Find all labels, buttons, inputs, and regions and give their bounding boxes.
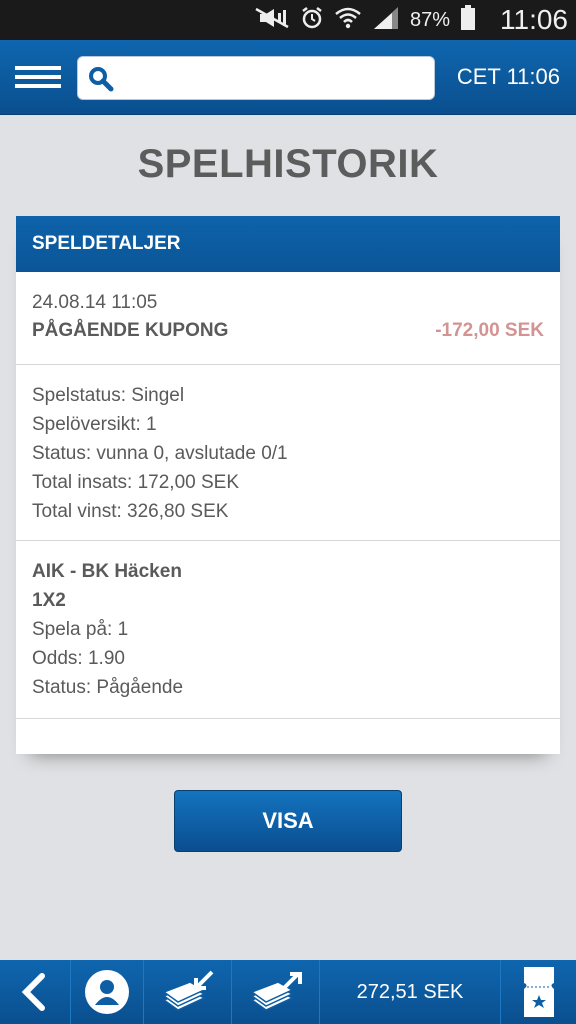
deposit-button[interactable] (232, 960, 320, 1024)
battery-icon (460, 4, 476, 36)
deposit-icon (249, 972, 302, 1011)
hamburger-icon[interactable] (15, 66, 61, 88)
back-button[interactable] (0, 960, 71, 1024)
card-header: SPELDETALJER (16, 216, 560, 272)
cet-clock: CET 11:06 (456, 64, 560, 89)
match-name: AIK - BK Häcken (32, 561, 182, 582)
market-name: 1X2 (32, 590, 66, 611)
coupon-amount: -172,00 SEK (435, 320, 544, 341)
search-box[interactable] (77, 56, 435, 100)
status-bar: 87% 11:06 (0, 0, 576, 40)
bet-selection: AIK - BK Häcken 1X2 Spela på: 1 Odds: 1.… (16, 541, 560, 719)
detail-line: Total insats: 172,00 SEK (32, 472, 240, 493)
balance[interactable]: 272,51 SEK (320, 960, 500, 1024)
bet-details-card: SPELDETALJER 24.08.14 11:05 PÅGÅENDE KUP… (16, 216, 560, 754)
page-title: SPELHISTORIK (137, 142, 439, 186)
detail-line: Total vinst: 326,80 SEK (32, 501, 229, 522)
detail-line: Spelöversikt: 1 (32, 414, 157, 435)
account-icon (85, 970, 129, 1014)
coupon-date: 24.08.14 11:05 (32, 292, 158, 313)
app-bar: CET 11:06 (0, 40, 576, 115)
status-time: 11:06 (500, 4, 568, 35)
coupon-icon (524, 967, 554, 1017)
coupon-type: PÅGÅENDE KUPONG (32, 320, 229, 341)
mute-icon (254, 7, 290, 34)
search-icon (89, 67, 114, 92)
withdraw-icon (161, 970, 213, 1011)
search-input[interactable] (124, 63, 428, 95)
detail-line: Status: vunna 0, avslutade 0/1 (32, 443, 288, 464)
signal-icon (372, 5, 400, 36)
withdraw-button[interactable] (144, 960, 232, 1024)
bet-line: Odds: 1.90 (32, 648, 125, 669)
visa-button[interactable]: VISA (174, 790, 402, 852)
account-button[interactable] (71, 960, 144, 1024)
coupon-details: Spelstatus: Singel Spelöversikt: 1 Statu… (16, 365, 560, 541)
coupon-button[interactable] (500, 960, 576, 1024)
coupon-summary: 24.08.14 11:05 PÅGÅENDE KUPONG -172,00 S… (16, 272, 560, 365)
alarm-icon (300, 6, 324, 35)
back-icon (21, 973, 45, 1011)
wifi-icon (334, 6, 362, 35)
bet-line: Spela på: 1 (32, 619, 129, 640)
detail-line: Spelstatus: Singel (32, 385, 185, 406)
bottom-bar: 272,51 SEK (0, 960, 576, 1024)
battery-percent: 87% (409, 8, 450, 31)
bet-line: Status: Pågående (32, 677, 184, 698)
